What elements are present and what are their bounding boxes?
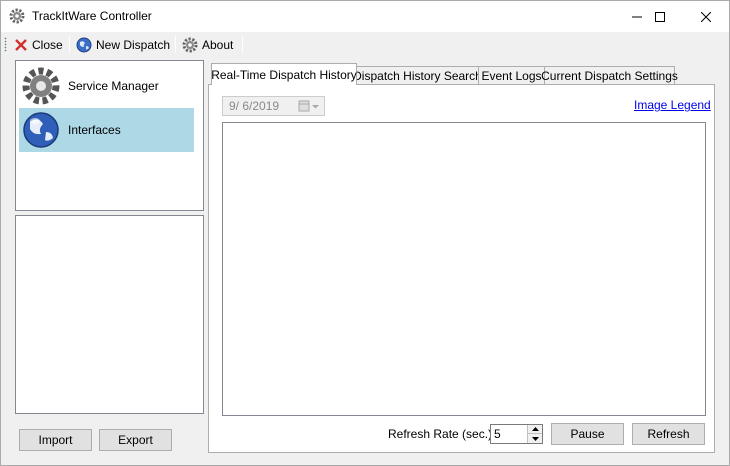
export-button[interactable]: Export — [99, 429, 172, 451]
title-bar[interactable]: TrackItWare Controller — [1, 1, 729, 32]
globe-icon — [76, 37, 92, 52]
nav-item-interfaces[interactable]: Interfaces — [19, 108, 194, 152]
toolbar-grip[interactable] — [4, 37, 7, 52]
tab-real-time-dispatch-history[interactable]: Real-Time Dispatch History — [211, 63, 357, 85]
calendar-dropdown-icon[interactable] — [298, 100, 320, 113]
refresh-rate-stepper[interactable]: 5 — [490, 424, 543, 444]
stepper-spin — [527, 425, 542, 443]
about-button-label: About — [202, 37, 234, 52]
new-dispatch-button[interactable]: New Dispatch — [73, 34, 173, 55]
chevron-down-icon — [531, 436, 539, 441]
globe-icon — [23, 112, 59, 148]
import-button[interactable]: Import — [19, 429, 92, 451]
toolbar-separator — [175, 36, 176, 53]
toolbar-separator — [242, 36, 243, 53]
close-x-icon — [15, 38, 27, 51]
stepper-up-button[interactable] — [528, 425, 542, 434]
date-value: 9/ 6/2019 — [229, 99, 280, 113]
tab-dispatch-history-search[interactable]: Dispatch History Search — [353, 66, 482, 85]
date-picker[interactable]: 9/ 6/2019 — [222, 96, 325, 116]
close-button-label: Close — [32, 37, 63, 52]
refresh-rate-label: Refresh Rate (sec.): — [388, 427, 496, 441]
close-button[interactable]: Close — [11, 34, 66, 55]
maximize-button[interactable] — [637, 1, 683, 32]
detail-panel — [15, 215, 204, 414]
nav-item-service-manager[interactable]: Service Manager — [19, 64, 194, 108]
new-dispatch-button-label: New Dispatch — [96, 37, 171, 52]
window-title: TrackItWare Controller — [32, 9, 152, 23]
tab-current-dispatch-settings[interactable]: Current Dispatch Settings — [541, 66, 678, 85]
nav-item-label: Interfaces — [68, 123, 121, 137]
gear-icon — [9, 8, 25, 24]
stepper-down-button[interactable] — [528, 434, 542, 443]
toolbar: Close New Dispatch About — [1, 32, 729, 57]
maximize-icon — [655, 11, 665, 22]
gear-icon — [22, 67, 60, 105]
app-window: TrackItWare Controller Close New Dispatc… — [0, 0, 730, 466]
image-legend-link[interactable]: Image Legend — [634, 98, 711, 112]
about-button[interactable]: About — [179, 34, 236, 55]
tab-event-logs[interactable]: Event Logs — [478, 66, 545, 85]
chevron-up-icon — [531, 427, 539, 431]
gear-icon — [182, 37, 198, 52]
dispatch-history-list[interactable] — [222, 122, 706, 416]
pause-button[interactable]: Pause — [551, 423, 624, 445]
nav-list: Service Manager Interfaces — [15, 60, 204, 211]
close-window-button[interactable] — [683, 1, 729, 32]
refresh-rate-value: 5 — [494, 427, 501, 441]
close-icon — [701, 11, 711, 22]
toolbar-separator — [69, 36, 70, 53]
nav-item-label: Service Manager — [68, 79, 159, 93]
refresh-button[interactable]: Refresh — [632, 423, 705, 445]
